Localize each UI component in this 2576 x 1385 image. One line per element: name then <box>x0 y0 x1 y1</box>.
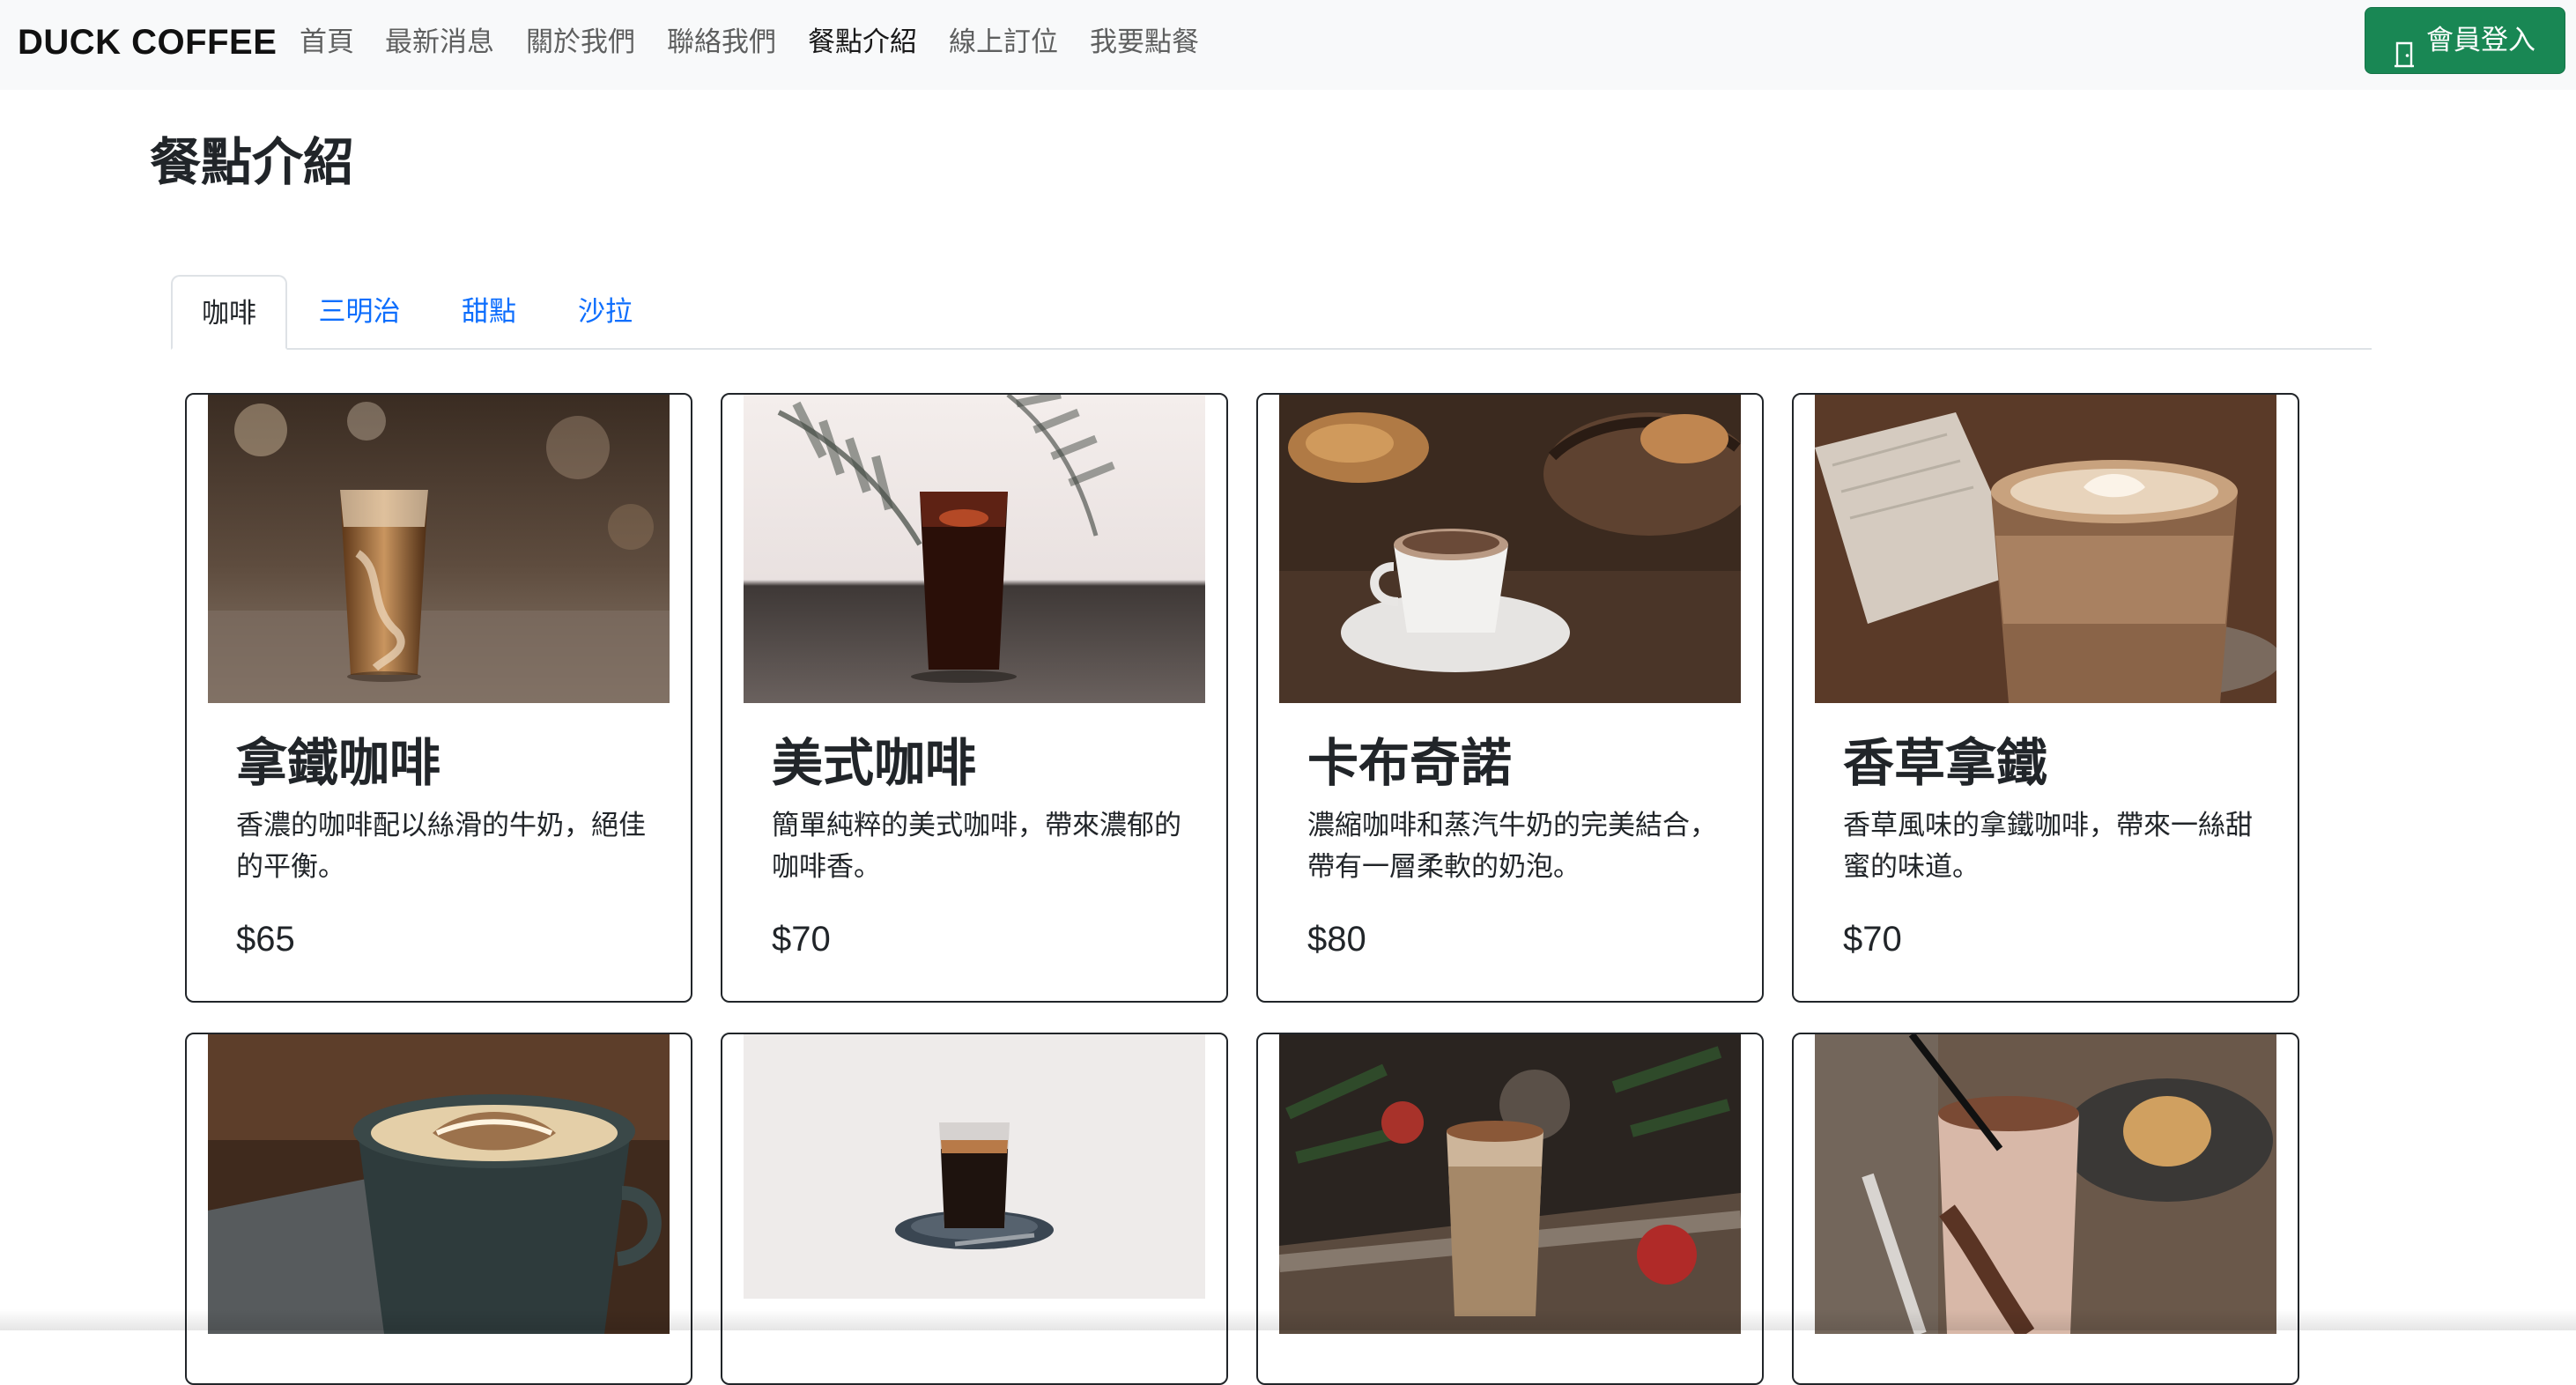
tab-salad[interactable]: 沙拉 <box>566 275 645 350</box>
nav-item-about[interactable]: 關於我們 <box>526 23 635 62</box>
door-icon <box>2395 26 2414 67</box>
navbar: DUCK COFFEE 首頁 最新消息 關於我們 聯絡我們 餐點介紹 線上訂位 … <box>0 0 2576 90</box>
login-label: 會員登入 <box>2426 25 2535 56</box>
nav-item-contact[interactable]: 聯絡我們 <box>667 23 776 62</box>
card-description: 簡單純粹的美式咖啡，帶來濃郁的咖啡香。 <box>772 810 1181 883</box>
card-price: $65 <box>236 920 295 959</box>
nav-item-menu[interactable]: 餐點介紹 <box>808 23 917 62</box>
winter-latte-photo <box>1279 1034 1741 1334</box>
menu-card[interactable] <box>1792 1033 2299 1385</box>
americano-photo <box>744 395 1205 703</box>
login-button[interactable]: 會員登入 <box>2365 7 2565 74</box>
nav-item-news[interactable]: 最新消息 <box>385 23 494 62</box>
menu-card[interactable]: 香草拿鐵 香草風味的拿鐵咖啡，帶來一絲甜蜜的味道。 $70 <box>1792 393 2299 1003</box>
card-title: 美式咖啡 <box>772 733 977 793</box>
card-description: 香草風味的拿鐵咖啡，帶來一絲甜蜜的味道。 <box>1843 810 2253 883</box>
espresso-photo <box>744 1034 1205 1299</box>
card-price: $80 <box>1307 920 1366 959</box>
brand-logo[interactable]: DUCK COFFEE <box>18 19 277 65</box>
menu-card[interactable]: 美式咖啡 簡單純粹的美式咖啡，帶來濃郁的咖啡香。 $70 <box>721 393 1228 1003</box>
card-price: $70 <box>772 920 831 959</box>
menu-card[interactable] <box>1256 1033 1764 1385</box>
nav-item-reservation[interactable]: 線上訂位 <box>949 23 1058 62</box>
coffee-cup-photo <box>208 1034 670 1334</box>
nav-item-order[interactable]: 我要點餐 <box>1090 23 1199 62</box>
card-description: 濃縮咖啡和蒸汽牛奶的完美結合，帶有一層柔軟的奶泡。 <box>1307 810 1717 883</box>
vanilla-latte-photo <box>1815 395 2276 703</box>
card-description: 香濃的咖啡配以絲滑的牛奶，絕佳的平衡。 <box>236 810 646 883</box>
tab-sandwich[interactable]: 三明治 <box>307 275 412 350</box>
menu-card[interactable] <box>721 1033 1228 1385</box>
scroll-shadow <box>0 1309 2576 1330</box>
card-title: 拿鐵咖啡 <box>236 733 441 793</box>
menu-card[interactable] <box>185 1033 692 1385</box>
card-title: 卡布奇諾 <box>1307 733 1513 793</box>
menu-card[interactable]: 拿鐵咖啡 香濃的咖啡配以絲滑的牛奶，絕佳的平衡。 $65 <box>185 393 692 1003</box>
tab-coffee[interactable]: 咖啡 <box>171 275 287 350</box>
tab-dessert[interactable]: 甜點 <box>449 275 529 350</box>
mocha-photo <box>1815 1034 2276 1334</box>
card-title: 香草拿鐵 <box>1843 733 2048 793</box>
page-title: 餐點介紹 <box>150 132 355 192</box>
cappuccino-photo <box>1279 395 1741 703</box>
card-price: $70 <box>1843 920 1902 959</box>
menu-card[interactable]: 卡布奇諾 濃縮咖啡和蒸汽牛奶的完美結合，帶有一層柔軟的奶泡。 $80 <box>1256 393 1764 1003</box>
nav-item-home[interactable]: 首頁 <box>300 23 354 62</box>
latte-photo <box>208 395 670 703</box>
